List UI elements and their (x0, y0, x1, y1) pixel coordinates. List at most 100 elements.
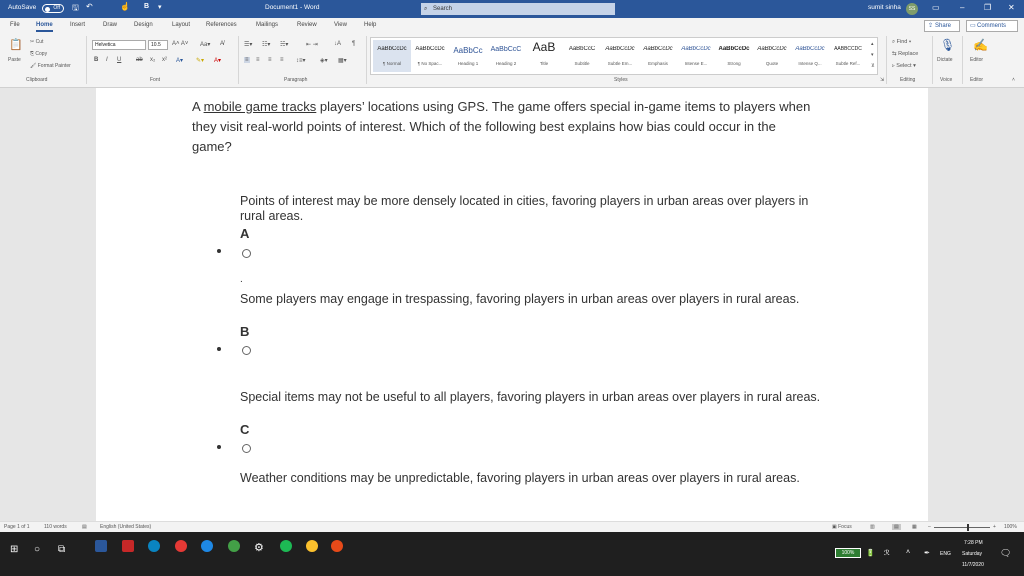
battery-icon[interactable]: 🔋 (866, 549, 875, 557)
input-language[interactable]: ENG (940, 551, 951, 557)
dictate-button[interactable]: Dictate (937, 57, 953, 63)
people-icon[interactable]: ℛ (884, 549, 890, 557)
acrobat-app-icon[interactable] (122, 540, 134, 552)
page-count[interactable]: Page 1 of 1 (4, 524, 30, 530)
align-left-icon[interactable]: ≡ (244, 57, 250, 63)
action-center-icon[interactable]: 🗨 (1000, 548, 1011, 559)
clock-time[interactable]: 7:28 PM (964, 540, 983, 546)
chrome-app-icon[interactable] (306, 540, 318, 552)
bold-icon[interactable]: B (94, 57, 98, 63)
comments-button[interactable]: ▭ Comments (966, 20, 1018, 32)
style-emphasis[interactable]: AaBbCcDc Emphasis (639, 40, 677, 72)
zoom-level[interactable]: 100% (1004, 524, 1017, 530)
grow-font-icon[interactable]: A˄ A˅ (172, 41, 188, 47)
style-subtle-emphasis[interactable]: AaBbCcDc Subtle Em... (601, 40, 639, 72)
align-right-icon[interactable]: ≡ (268, 57, 272, 63)
copy-button[interactable]: ⎘ Copy (30, 51, 47, 57)
pen-workspace-icon[interactable]: ✒ (924, 549, 930, 557)
editor-button[interactable]: Editor (970, 57, 983, 63)
question-text[interactable]: A mobile game tracks players’ locations … (192, 97, 812, 157)
font-name-select[interactable]: Helvetica (92, 40, 146, 50)
style-subtle-reference[interactable]: AABBCCDC Subtle Ref... (829, 40, 867, 72)
tab-layout[interactable]: Layout (172, 22, 190, 28)
style-normal[interactable]: AaBbCcDc ¶ Normal (373, 40, 411, 72)
cortana-icon[interactable]: ○ (34, 544, 40, 555)
shading-icon[interactable]: ◈▾ (320, 57, 328, 64)
style-strong[interactable]: AaBbCcDc Strong (715, 40, 753, 72)
indent-icons[interactable]: ⇤ ⇥ (306, 41, 318, 48)
task-view-icon[interactable]: ⧉ (58, 544, 65, 555)
minimize-icon[interactable]: – (960, 3, 964, 12)
tab-view[interactable]: View (334, 22, 347, 28)
proofing-icon[interactable]: ▤ (82, 524, 87, 530)
document-page[interactable]: A mobile game tracks players’ locations … (96, 88, 928, 521)
collapse-ribbon-icon[interactable]: ˄ (1012, 77, 1015, 83)
zoom-in-icon[interactable]: + (993, 524, 996, 530)
share-button[interactable]: ⇪ Share (924, 20, 960, 32)
edge-app-icon[interactable] (148, 540, 160, 552)
focus-button[interactable]: ▣ Focus (832, 524, 852, 530)
style-intense-emphasis[interactable]: AaBbCcDc Intense E... (677, 40, 715, 72)
select-button[interactable]: ▹ Select ▾ (892, 63, 916, 69)
format-painter-button[interactable]: 🖌 Format Painter (30, 63, 71, 69)
font-color-icon[interactable]: A▾ (214, 57, 221, 64)
tab-mailings[interactable]: Mailings (256, 22, 278, 28)
paste-icon[interactable]: 📋 (9, 38, 23, 51)
tab-insert[interactable]: Insert (70, 22, 85, 28)
zoom-slider[interactable] (934, 527, 990, 528)
find-button[interactable]: ⌕ Find ▾ (892, 39, 911, 46)
underline-icon[interactable]: U (117, 57, 121, 63)
replace-button[interactable]: ⇆ Replace (892, 51, 918, 57)
spotify-app-icon[interactable] (280, 540, 292, 552)
restore-icon[interactable]: ❐ (984, 3, 991, 12)
sort-icon[interactable]: ↓A (334, 41, 341, 47)
android-app-icon[interactable] (228, 540, 240, 552)
text-effects-icon[interactable]: A▾ (176, 57, 183, 64)
tab-home[interactable]: Home (36, 22, 53, 32)
close-icon[interactable]: ✕ (1008, 3, 1015, 12)
opera-app-icon[interactable] (175, 540, 187, 552)
editor-icon[interactable]: ✍ (973, 38, 988, 52)
show-marks-icon[interactable]: ¶ (352, 41, 355, 47)
show-hidden-icons-chevron[interactable]: ˄ (906, 549, 910, 556)
style-title[interactable]: AaB Title (525, 40, 563, 72)
highlight-icon[interactable]: ✎▾ (196, 57, 204, 64)
web-layout-icon[interactable]: ▦ (912, 524, 917, 530)
word-count[interactable]: 110 words (44, 524, 67, 530)
touch-mode-icon[interactable]: ☝ (120, 2, 130, 11)
save-icon[interactable]: 🖫 (72, 2, 79, 16)
paste-button[interactable]: Paste (8, 57, 21, 63)
line-spacing-icon[interactable]: ↕≡▾ (296, 57, 306, 64)
clock-date[interactable]: 11/7/2020 (962, 562, 984, 568)
italic-icon[interactable]: I (106, 57, 108, 63)
option-c-radio[interactable] (242, 444, 251, 453)
style-heading-2[interactable]: AaBbCcC Heading 2 (487, 40, 525, 72)
clock-day[interactable]: Saturday (962, 551, 982, 557)
undo-icon[interactable]: ↶ (86, 2, 93, 11)
tab-review[interactable]: Review (297, 22, 317, 28)
align-center-icon[interactable]: ≡ (256, 57, 260, 63)
bullets-icon[interactable]: ☰▾ (244, 41, 252, 48)
customize-toolbar-icon[interactable]: ▾ (158, 3, 162, 11)
document-workspace[interactable]: A mobile game tracks players’ locations … (0, 88, 1024, 521)
read-mode-icon[interactable]: ▥ (870, 524, 875, 530)
tab-draw[interactable]: Draw (103, 22, 117, 28)
search-box[interactable]: ⌕ Search (421, 3, 615, 15)
language-label[interactable]: English (United States) (100, 524, 151, 530)
strikethrough-icon[interactable]: ab (136, 57, 143, 63)
battery-percentage[interactable]: 100% (835, 548, 861, 558)
justify-icon[interactable]: ≡ (280, 57, 284, 63)
microphone-icon[interactable]: 🎙 (940, 38, 955, 52)
ribbon-display-icon[interactable]: ▭ (932, 3, 940, 12)
multilevel-list-icon[interactable]: ☵▾ (280, 41, 288, 48)
windows-start-icon[interactable]: ⊞ (10, 544, 18, 555)
tab-file[interactable]: File (10, 22, 20, 28)
tab-help[interactable]: Help (364, 22, 376, 28)
style-heading-1[interactable]: AaBbCc Heading 1 (449, 40, 487, 72)
clear-formatting-icon[interactable]: A̸ (220, 41, 224, 47)
style-quote[interactable]: AaBbCcDc Quote (753, 40, 791, 72)
styles-more-icon[interactable]: ⊻ (871, 63, 875, 69)
styles-scroll-down-icon[interactable]: ▾ (871, 52, 874, 58)
styles-scroll-up-icon[interactable]: ▴ (871, 41, 874, 47)
bold-quick-icon[interactable]: B (144, 3, 149, 10)
